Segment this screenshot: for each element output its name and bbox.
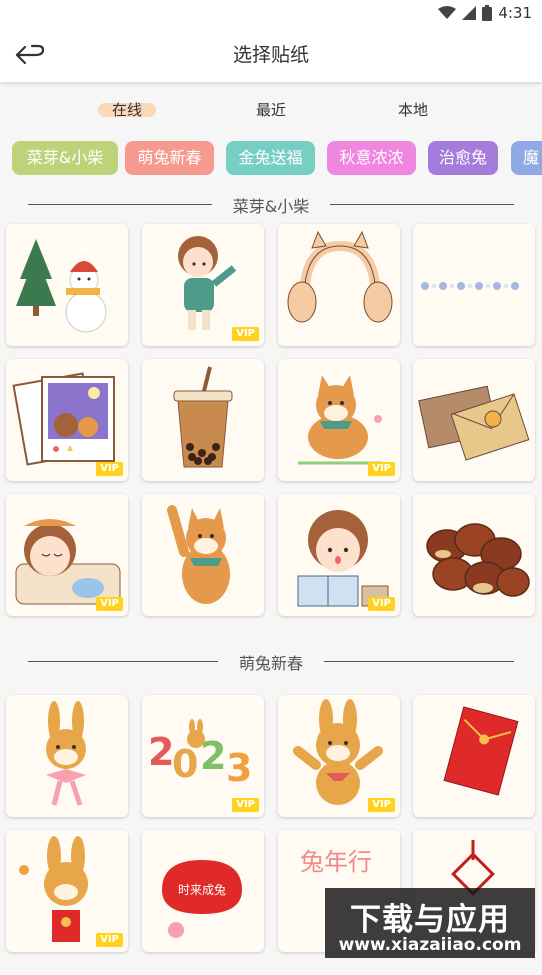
bubble-tea-icon [173, 366, 233, 468]
tab-online[interactable]: 在线 [97, 99, 157, 120]
vip-badge: VIP [368, 798, 395, 812]
sticker-item[interactable] [142, 494, 264, 616]
section-header: 萌兔新春 [0, 641, 542, 681]
vip-badge: VIP [368, 462, 395, 476]
category-chip[interactable]: 菜芽&小柴 [12, 141, 118, 175]
category-chip[interactable]: 秋意浓浓 [327, 141, 416, 175]
snowman-icon [16, 239, 107, 333]
flower-border-icon [421, 282, 519, 290]
lucky-sign-icon: 时来成兔 [162, 860, 242, 938]
wifi-icon [438, 6, 457, 19]
status-icons: 4:31 [438, 4, 532, 22]
vip-badge: VIP [368, 597, 395, 611]
section-title: 菜芽&小柴 [232, 197, 310, 216]
sticker-item[interactable]: VIP [6, 830, 128, 952]
vip-badge: VIP [96, 597, 123, 611]
sticker-item[interactable]: VIP [142, 224, 264, 346]
vip-badge: VIP [96, 462, 123, 476]
category-chip-row: 菜芽&小柴 萌兔新春 金兔送福 秋意浓浓 治愈兔魔 [0, 134, 542, 184]
vip-badge: VIP [96, 933, 123, 947]
category-chip[interactable]: 萌兔新春 [125, 141, 214, 175]
sticker-source-tabs: 在线 最近 本地 [0, 82, 542, 134]
svg-text:3: 3 [226, 746, 252, 790]
earmuffs-icon [287, 230, 393, 323]
vip-badge: VIP [232, 327, 259, 341]
sticker-item[interactable]: 时来成兔 [142, 830, 264, 952]
tab-local[interactable]: 本地 [398, 99, 428, 120]
sticker-item[interactable] [142, 359, 264, 481]
divider [324, 661, 514, 662]
rabbit-poem-text: 兔年行 [300, 848, 372, 876]
signal-icon [462, 6, 477, 20]
watermark-title: 下载与应用 [350, 902, 510, 938]
svg-text:0: 0 [172, 742, 198, 786]
sticker-item[interactable]: VIP [278, 695, 400, 817]
sticker-item[interactable]: VIP [6, 494, 128, 616]
section-title: 萌兔新春 [238, 654, 303, 673]
battery-icon [482, 5, 493, 21]
page-title: 选择贴纸 [232, 44, 309, 66]
top-app-bar: 选择贴纸 [0, 28, 542, 82]
sticker-item[interactable] [278, 224, 400, 346]
watermark: 下载与应用 www.xiazaiiao.com [325, 888, 535, 958]
rabbit-bow-icon [46, 701, 86, 806]
category-chip[interactable]: 治愈兔 [428, 141, 498, 175]
chestnuts-icon [426, 523, 530, 597]
section-header: 菜芽&小柴 [0, 184, 542, 224]
red-envelope-icon [443, 706, 519, 796]
svg-text:2: 2 [148, 730, 174, 774]
category-chip[interactable]: 魔 [511, 141, 542, 175]
watermark-url: www.xiazaiiao.com [338, 935, 522, 955]
lucky-sign-text: 时来成兔 [178, 882, 226, 897]
sticker-item[interactable] [6, 224, 128, 346]
sticker-item[interactable]: VIP [278, 494, 400, 616]
sticker-item[interactable] [413, 224, 535, 346]
shiba-waving-icon [167, 505, 230, 604]
clock: 4:31 [498, 4, 532, 22]
sticker-item[interactable]: VIP [6, 359, 128, 481]
tab-recent[interactable]: 最近 [256, 99, 286, 120]
divider [330, 204, 514, 205]
sticker-item[interactable] [413, 695, 535, 817]
sticker-grid: VIP VIP VIP VIP VIP [0, 224, 542, 619]
vip-badge: VIP [232, 798, 259, 812]
sticker-item[interactable] [413, 494, 535, 616]
category-chip[interactable]: 金兔送福 [226, 141, 315, 175]
envelopes-icon [418, 385, 530, 461]
sticker-item[interactable] [6, 695, 128, 817]
sticker-item[interactable] [413, 359, 535, 481]
sticker-item[interactable]: VIP [278, 359, 400, 481]
status-bar: 4:31 [0, 0, 542, 28]
sticker-item[interactable]: 2 0 2 3 VIP [142, 695, 264, 817]
